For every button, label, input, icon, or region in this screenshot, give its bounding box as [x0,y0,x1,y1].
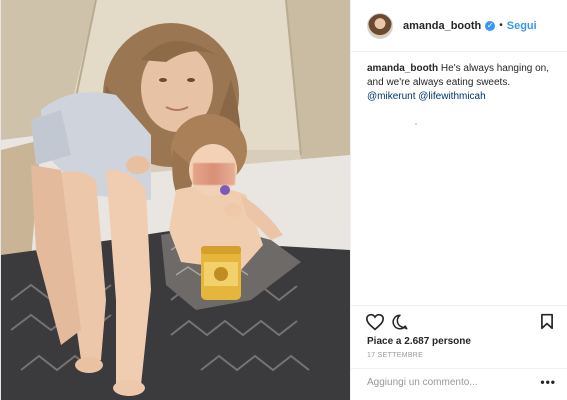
separator-dot: • [499,20,503,31]
post-photo[interactable] [1,0,350,400]
avatar[interactable] [367,12,393,39]
mention-link[interactable]: @mikerunt [367,91,416,102]
likes-count[interactable]: Piace a 2.687 persone [367,336,471,347]
heart-icon[interactable] [365,313,385,336]
face-blur-overlay [193,163,235,185]
instagram-post: amanda_booth ✓ • Segui amanda_booth He's… [0,0,567,400]
caption-username[interactable]: amanda_booth [367,63,438,74]
follow-button[interactable]: Segui [507,20,537,32]
more-options-button[interactable]: ••• [540,375,556,389]
comment-icon[interactable] [391,313,409,336]
comment-bar: ••• [351,368,567,400]
action-bar [351,305,567,335]
header-username[interactable]: amanda_booth [403,20,481,32]
comment-input[interactable] [367,377,517,388]
mention-link[interactable]: @lifewithmicah [418,91,485,102]
post-side-panel: amanda_booth ✓ • Segui amanda_booth He's… [350,0,567,400]
photo-illustration [1,0,350,400]
post-caption: amanda_booth He's always hanging on, and… [351,52,567,104]
post-header: amanda_booth ✓ • Segui [351,0,567,52]
verified-badge-icon: ✓ [485,20,496,31]
loading-dot [415,123,417,125]
post-date[interactable]: 17 SETTEMBRE [367,352,423,359]
bookmark-icon[interactable] [540,313,554,335]
